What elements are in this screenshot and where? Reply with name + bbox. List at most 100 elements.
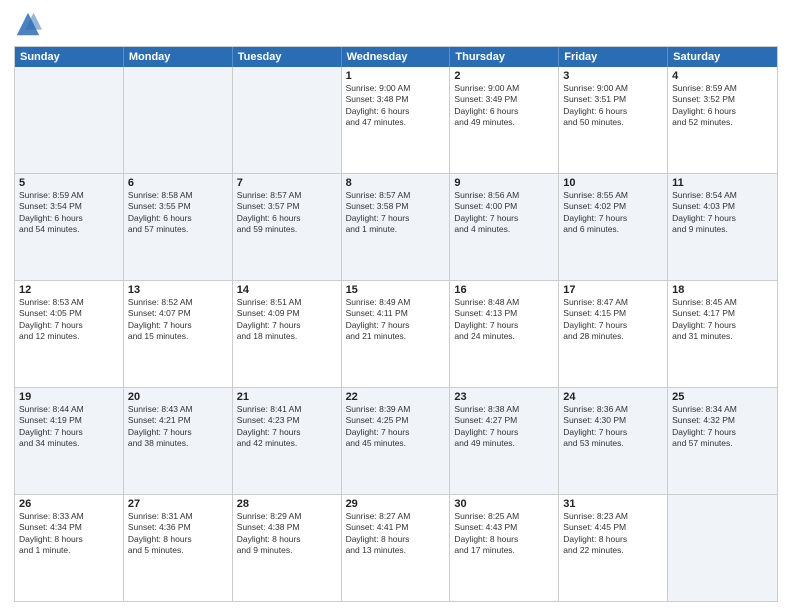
weekday-header-thursday: Thursday [450, 47, 559, 67]
day-number: 7 [237, 177, 337, 189]
day-number: 28 [237, 498, 337, 510]
day-info: Sunrise: 8:49 AM Sunset: 4:11 PM Dayligh… [346, 297, 446, 343]
day-info: Sunrise: 8:47 AM Sunset: 4:15 PM Dayligh… [563, 297, 663, 343]
day-info: Sunrise: 8:53 AM Sunset: 4:05 PM Dayligh… [19, 297, 119, 343]
day-cell-29: 29Sunrise: 8:27 AM Sunset: 4:41 PM Dayli… [342, 495, 451, 601]
day-info: Sunrise: 8:31 AM Sunset: 4:36 PM Dayligh… [128, 511, 228, 557]
day-number: 23 [454, 391, 554, 403]
day-info: Sunrise: 8:55 AM Sunset: 4:02 PM Dayligh… [563, 190, 663, 236]
calendar: SundayMondayTuesdayWednesdayThursdayFrid… [14, 46, 778, 602]
weekday-header-monday: Monday [124, 47, 233, 67]
day-info: Sunrise: 8:54 AM Sunset: 4:03 PM Dayligh… [672, 190, 773, 236]
day-info: Sunrise: 8:57 AM Sunset: 3:58 PM Dayligh… [346, 190, 446, 236]
day-cell-7: 7Sunrise: 8:57 AM Sunset: 3:57 PM Daylig… [233, 174, 342, 280]
day-info: Sunrise: 9:00 AM Sunset: 3:49 PM Dayligh… [454, 83, 554, 129]
day-cell-3: 3Sunrise: 9:00 AM Sunset: 3:51 PM Daylig… [559, 67, 668, 173]
header [14, 10, 778, 38]
day-info: Sunrise: 9:00 AM Sunset: 3:51 PM Dayligh… [563, 83, 663, 129]
day-number: 3 [563, 70, 663, 82]
day-number: 11 [672, 177, 773, 189]
calendar-row-2: 12Sunrise: 8:53 AM Sunset: 4:05 PM Dayli… [15, 280, 777, 387]
day-info: Sunrise: 8:33 AM Sunset: 4:34 PM Dayligh… [19, 511, 119, 557]
day-cell-6: 6Sunrise: 8:58 AM Sunset: 3:55 PM Daylig… [124, 174, 233, 280]
day-number: 12 [19, 284, 119, 296]
day-number: 29 [346, 498, 446, 510]
day-number: 27 [128, 498, 228, 510]
day-cell-15: 15Sunrise: 8:49 AM Sunset: 4:11 PM Dayli… [342, 281, 451, 387]
day-cell-21: 21Sunrise: 8:41 AM Sunset: 4:23 PM Dayli… [233, 388, 342, 494]
day-cell-19: 19Sunrise: 8:44 AM Sunset: 4:19 PM Dayli… [15, 388, 124, 494]
day-info: Sunrise: 8:44 AM Sunset: 4:19 PM Dayligh… [19, 404, 119, 450]
calendar-body: 1Sunrise: 9:00 AM Sunset: 3:48 PM Daylig… [15, 67, 777, 601]
day-number: 20 [128, 391, 228, 403]
day-number: 15 [346, 284, 446, 296]
day-number: 2 [454, 70, 554, 82]
day-number: 4 [672, 70, 773, 82]
day-number: 19 [19, 391, 119, 403]
day-info: Sunrise: 8:59 AM Sunset: 3:54 PM Dayligh… [19, 190, 119, 236]
day-cell-26: 26Sunrise: 8:33 AM Sunset: 4:34 PM Dayli… [15, 495, 124, 601]
day-number: 18 [672, 284, 773, 296]
weekday-header-tuesday: Tuesday [233, 47, 342, 67]
day-info: Sunrise: 8:51 AM Sunset: 4:09 PM Dayligh… [237, 297, 337, 343]
day-cell-8: 8Sunrise: 8:57 AM Sunset: 3:58 PM Daylig… [342, 174, 451, 280]
empty-cell [668, 495, 777, 601]
day-info: Sunrise: 8:45 AM Sunset: 4:17 PM Dayligh… [672, 297, 773, 343]
day-number: 8 [346, 177, 446, 189]
day-cell-24: 24Sunrise: 8:36 AM Sunset: 4:30 PM Dayli… [559, 388, 668, 494]
calendar-header: SundayMondayTuesdayWednesdayThursdayFrid… [15, 47, 777, 67]
day-cell-4: 4Sunrise: 8:59 AM Sunset: 3:52 PM Daylig… [668, 67, 777, 173]
day-number: 14 [237, 284, 337, 296]
day-cell-12: 12Sunrise: 8:53 AM Sunset: 4:05 PM Dayli… [15, 281, 124, 387]
day-cell-23: 23Sunrise: 8:38 AM Sunset: 4:27 PM Dayli… [450, 388, 559, 494]
calendar-row-4: 26Sunrise: 8:33 AM Sunset: 4:34 PM Dayli… [15, 494, 777, 601]
day-cell-20: 20Sunrise: 8:43 AM Sunset: 4:21 PM Dayli… [124, 388, 233, 494]
day-number: 1 [346, 70, 446, 82]
day-info: Sunrise: 8:52 AM Sunset: 4:07 PM Dayligh… [128, 297, 228, 343]
day-info: Sunrise: 8:41 AM Sunset: 4:23 PM Dayligh… [237, 404, 337, 450]
day-info: Sunrise: 8:34 AM Sunset: 4:32 PM Dayligh… [672, 404, 773, 450]
weekday-header-sunday: Sunday [15, 47, 124, 67]
empty-cell [15, 67, 124, 173]
day-number: 30 [454, 498, 554, 510]
day-cell-25: 25Sunrise: 8:34 AM Sunset: 4:32 PM Dayli… [668, 388, 777, 494]
empty-cell [124, 67, 233, 173]
day-number: 21 [237, 391, 337, 403]
logo [14, 10, 46, 38]
day-cell-31: 31Sunrise: 8:23 AM Sunset: 4:45 PM Dayli… [559, 495, 668, 601]
day-number: 17 [563, 284, 663, 296]
empty-cell [233, 67, 342, 173]
day-info: Sunrise: 8:25 AM Sunset: 4:43 PM Dayligh… [454, 511, 554, 557]
day-cell-10: 10Sunrise: 8:55 AM Sunset: 4:02 PM Dayli… [559, 174, 668, 280]
day-number: 24 [563, 391, 663, 403]
day-cell-28: 28Sunrise: 8:29 AM Sunset: 4:38 PM Dayli… [233, 495, 342, 601]
weekday-header-friday: Friday [559, 47, 668, 67]
weekday-header-wednesday: Wednesday [342, 47, 451, 67]
day-cell-22: 22Sunrise: 8:39 AM Sunset: 4:25 PM Dayli… [342, 388, 451, 494]
day-info: Sunrise: 8:56 AM Sunset: 4:00 PM Dayligh… [454, 190, 554, 236]
day-info: Sunrise: 9:00 AM Sunset: 3:48 PM Dayligh… [346, 83, 446, 129]
day-number: 25 [672, 391, 773, 403]
day-number: 5 [19, 177, 119, 189]
day-cell-17: 17Sunrise: 8:47 AM Sunset: 4:15 PM Dayli… [559, 281, 668, 387]
day-cell-2: 2Sunrise: 9:00 AM Sunset: 3:49 PM Daylig… [450, 67, 559, 173]
day-info: Sunrise: 8:38 AM Sunset: 4:27 PM Dayligh… [454, 404, 554, 450]
day-number: 9 [454, 177, 554, 189]
day-cell-14: 14Sunrise: 8:51 AM Sunset: 4:09 PM Dayli… [233, 281, 342, 387]
day-number: 22 [346, 391, 446, 403]
day-cell-13: 13Sunrise: 8:52 AM Sunset: 4:07 PM Dayli… [124, 281, 233, 387]
day-cell-5: 5Sunrise: 8:59 AM Sunset: 3:54 PM Daylig… [15, 174, 124, 280]
day-info: Sunrise: 8:58 AM Sunset: 3:55 PM Dayligh… [128, 190, 228, 236]
day-info: Sunrise: 8:59 AM Sunset: 3:52 PM Dayligh… [672, 83, 773, 129]
day-number: 26 [19, 498, 119, 510]
day-info: Sunrise: 8:48 AM Sunset: 4:13 PM Dayligh… [454, 297, 554, 343]
day-info: Sunrise: 8:39 AM Sunset: 4:25 PM Dayligh… [346, 404, 446, 450]
day-info: Sunrise: 8:27 AM Sunset: 4:41 PM Dayligh… [346, 511, 446, 557]
day-info: Sunrise: 8:43 AM Sunset: 4:21 PM Dayligh… [128, 404, 228, 450]
day-number: 31 [563, 498, 663, 510]
day-info: Sunrise: 8:36 AM Sunset: 4:30 PM Dayligh… [563, 404, 663, 450]
logo-icon [14, 10, 42, 38]
day-number: 13 [128, 284, 228, 296]
day-number: 10 [563, 177, 663, 189]
day-cell-18: 18Sunrise: 8:45 AM Sunset: 4:17 PM Dayli… [668, 281, 777, 387]
